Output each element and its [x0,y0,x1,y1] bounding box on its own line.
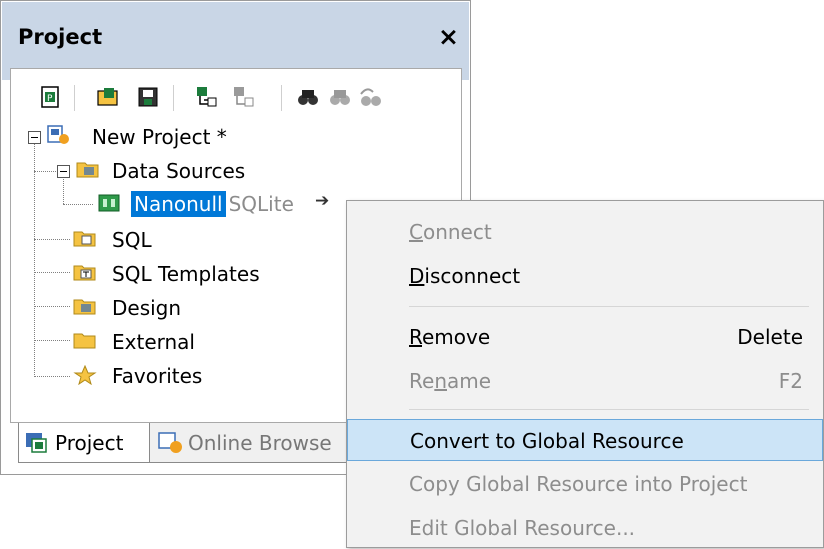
collapse-icon[interactable] [28,131,41,144]
tree-line [34,376,70,377]
tree-node-new-project[interactable]: New Project * [92,125,227,149]
new-project-icon[interactable]: P [39,86,61,108]
tab-project[interactable]: Project [18,423,150,463]
project-icon [47,125,69,144]
tree-node-design[interactable]: Design [112,296,181,320]
menu-item-connect[interactable]: Connect [347,211,823,253]
menu-separator [409,409,809,410]
external-folder-icon [73,333,96,349]
menu-item-remove[interactable]: Remove Delete [347,316,823,358]
collapse-icon[interactable] [57,165,70,178]
add-to-project-icon[interactable] [196,86,218,108]
tree-node-favorites[interactable]: Favorites [112,364,202,388]
toolbar-separator [74,85,75,111]
nanonull-type: SQLite [228,192,294,216]
rename-shortcut: F2 [778,369,803,393]
find-previous-icon[interactable] [359,86,381,108]
tree-line [34,306,70,307]
menu-separator [409,306,809,307]
panel-title: Project [18,25,103,49]
svg-text:P: P [47,94,53,104]
database-icon [98,194,120,212]
tree-line [34,143,35,377]
nanonull-label: Nanonull [131,191,226,217]
menu-item-disconnect[interactable]: Disconnect [347,255,823,297]
find-icon[interactable] [297,86,319,108]
sql-folder-icon [73,231,96,247]
menu-item-rename[interactable]: Rename F2 [347,360,823,402]
find-next-icon[interactable] [329,86,351,108]
tree-line [34,272,70,273]
open-project-icon[interactable] [97,86,119,108]
sql-templates-folder-icon [73,265,96,281]
project-tab-icon [26,432,47,453]
tab-online-browser[interactable]: Online Browse [150,423,350,463]
tree-line [63,176,64,204]
tree-node-external[interactable]: External [112,330,195,354]
close-icon[interactable]: × [438,22,459,51]
design-folder-icon [73,299,96,315]
save-project-icon[interactable] [137,86,159,108]
tree-line [34,171,56,172]
menu-item-edit-global-resource[interactable]: Edit Global Resource... [347,507,823,549]
tree-node-sql-templates[interactable]: SQL Templates [112,262,260,286]
data-sources-folder-icon [76,162,99,178]
tree-node-nanonull[interactable]: Nanonull SQLite [131,191,294,217]
online-browser-icon [158,431,182,453]
tree-node-sql[interactable]: SQL [112,228,152,252]
add-item-icon[interactable] [233,86,255,108]
tree-line [34,340,70,341]
context-menu: Connect Disconnect Remove Delete Rename … [346,200,824,548]
menu-item-copy-global-resource[interactable]: Copy Global Resource into Project [347,463,823,505]
tree-node-data-sources[interactable]: Data Sources [112,159,245,183]
arrow-right-icon: ➔ [315,191,330,211]
tree-line [34,239,70,240]
menu-item-convert-global-resource[interactable]: Convert to Global Resource [347,419,823,461]
tree-line [63,204,93,205]
star-icon [73,365,97,385]
toolbar-separator [281,85,282,111]
remove-shortcut: Delete [737,325,803,349]
tab-project-label: Project [55,430,124,455]
tab-online-label: Online Browse [188,430,332,455]
toolbar-separator [173,85,174,111]
